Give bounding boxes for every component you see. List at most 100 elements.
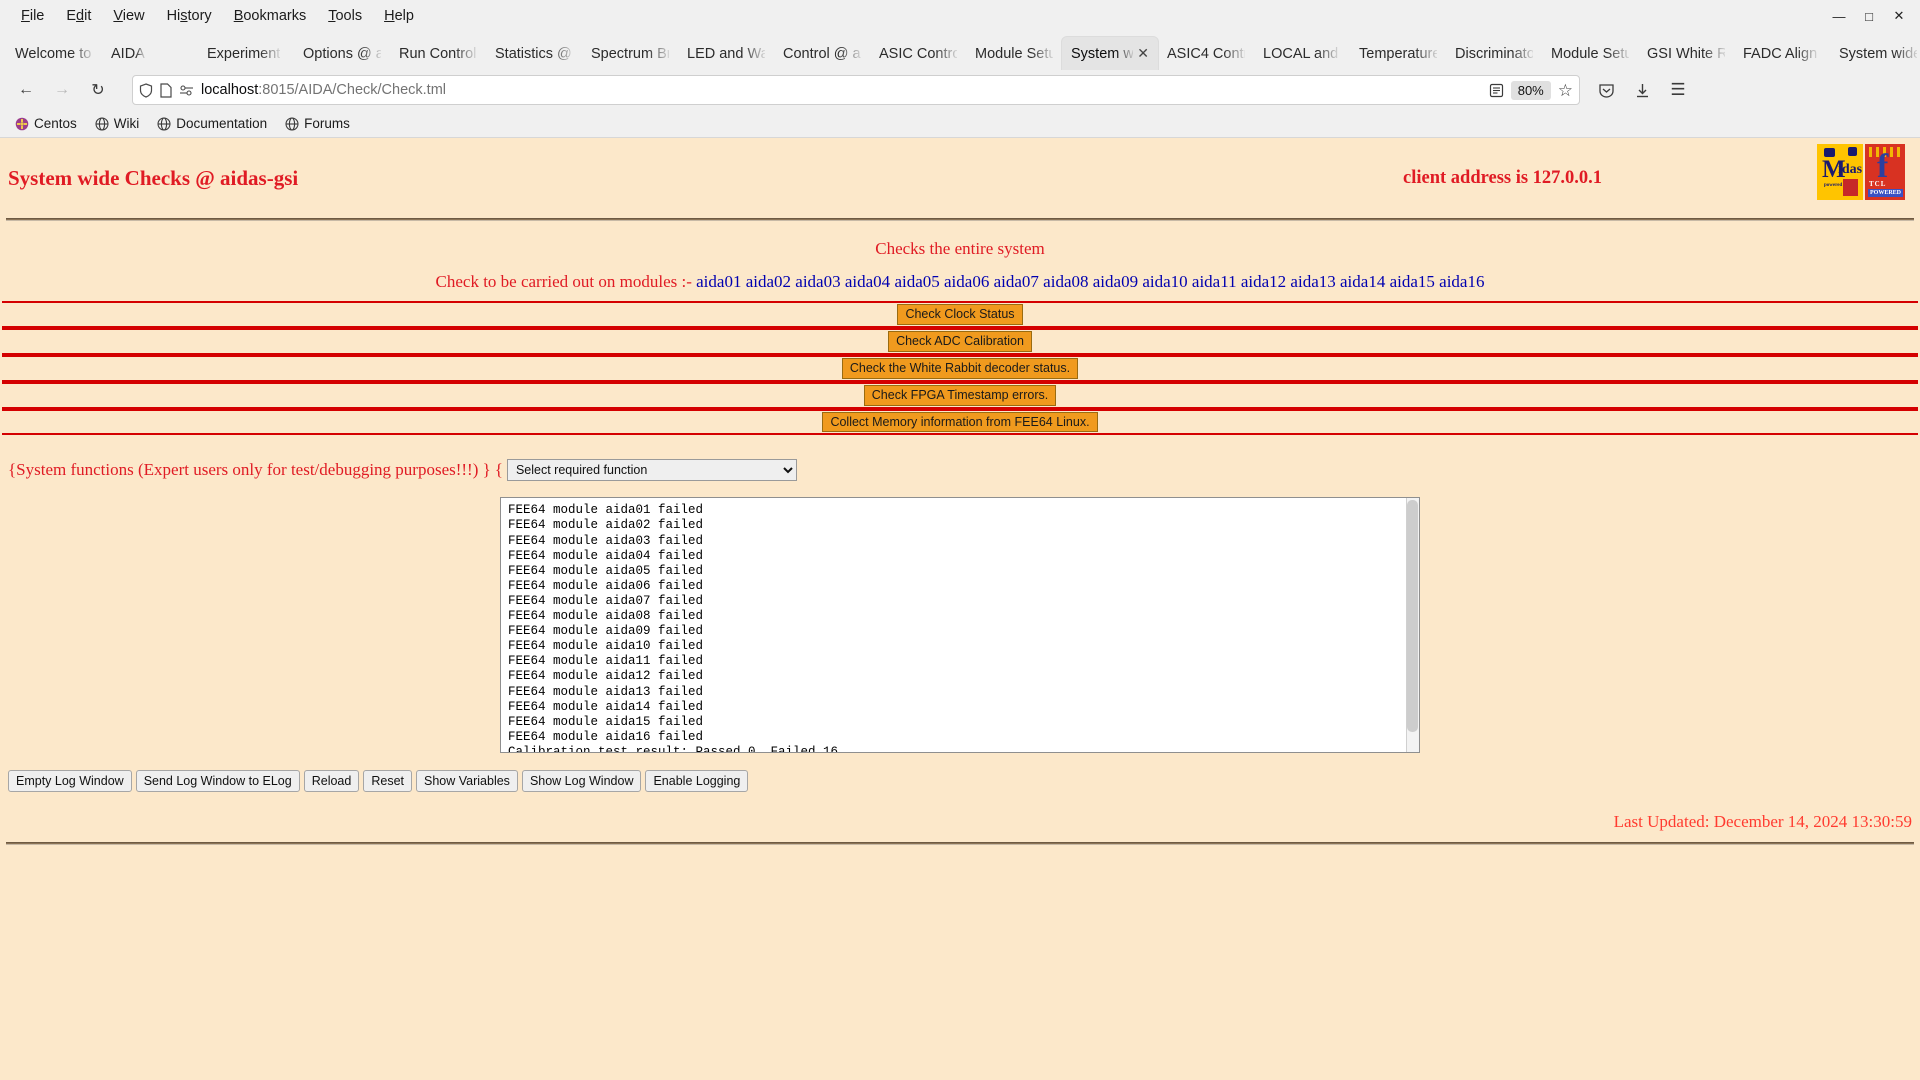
- app-menu-icon[interactable]: ☰: [1662, 74, 1694, 106]
- action-row: Check Clock Status: [2, 301, 1918, 328]
- tab-module-setup[interactable]: Module Setup: [1542, 37, 1638, 70]
- bookmark-forums[interactable]: Forums: [278, 113, 357, 134]
- tcl-logo-badge: POWERED: [1868, 189, 1904, 197]
- menu-bookmarks[interactable]: Bookmarks: [223, 4, 318, 28]
- module-aida02: aida02: [745, 272, 792, 291]
- tab-welcome-to-aida[interactable]: Welcome to AIDA: [6, 37, 102, 70]
- tab-label: Module Setup: [975, 45, 1053, 62]
- bookmark-star-icon[interactable]: ☆: [1558, 82, 1573, 99]
- tab-run-control[interactable]: Run Control: [390, 37, 486, 70]
- bookmark-label: Documentation: [176, 116, 268, 131]
- page-title: System wide Checks @ aidas-gsi: [8, 166, 299, 190]
- menu-history[interactable]: History: [156, 4, 223, 28]
- tab-led-and-walk[interactable]: LED and Walk: [678, 37, 774, 70]
- permissions-icon[interactable]: [179, 83, 194, 98]
- tab-system-wide[interactable]: System wide: [1830, 37, 1920, 70]
- globe-icon: [95, 116, 109, 131]
- last-updated: Last Updated: December 14, 2024 13:30:59: [1613, 812, 1912, 832]
- tab-experiment[interactable]: Experiment: [198, 37, 294, 70]
- tab-label: Run Control: [399, 45, 477, 62]
- client-address: client address is 127.0.0.1: [1403, 168, 1603, 188]
- tab-spectrum-broad[interactable]: Spectrum Broad: [582, 37, 678, 70]
- module-aida16: aida16: [1439, 272, 1485, 291]
- action-button-3[interactable]: Check the White Rabbit decoder status.: [841, 357, 1079, 379]
- action-button-2[interactable]: Check ADC Calibration: [888, 330, 1032, 352]
- shield-icon[interactable]: [139, 82, 153, 98]
- menu-tools[interactable]: Tools: [317, 4, 373, 28]
- footer-button-enable-logging[interactable]: Enable Logging: [645, 770, 749, 793]
- zoom-level-indicator[interactable]: 80%: [1510, 80, 1551, 100]
- action-button-4[interactable]: Check FPGA Timestamp errors.: [863, 384, 1057, 406]
- close-icon[interactable]: ✕: [1884, 1, 1914, 31]
- footer-button-empty-log-window[interactable]: Empty Log Window: [8, 770, 132, 793]
- tcl-logo: f TCL POWERED: [1865, 144, 1905, 200]
- minimize-icon[interactable]: —: [1824, 1, 1854, 31]
- footer-button-send-log-window-to-elog[interactable]: Send Log Window to ELog: [135, 770, 300, 793]
- tab-label: Spectrum Broad: [591, 45, 669, 62]
- tab-asic-control[interactable]: ASIC Control: [870, 37, 966, 70]
- reader-view-icon[interactable]: [1489, 83, 1504, 98]
- tab-label: System wide: [1839, 45, 1917, 62]
- action-row: Collect Memory information from FEE64 Li…: [2, 408, 1918, 436]
- action-button-5[interactable]: Collect Memory information from FEE64 Li…: [822, 411, 1098, 433]
- tcl-logo-mark: f: [1877, 148, 1889, 185]
- menu-edit[interactable]: Edit: [55, 4, 102, 28]
- tab-local-and[interactable]: LOCAL and: [1254, 37, 1350, 70]
- bookmark-wiki[interactable]: Wiki: [88, 113, 147, 134]
- tab-label: System wide Checks: [1071, 45, 1134, 62]
- maximize-icon[interactable]: □: [1854, 1, 1884, 31]
- forward-icon[interactable]: →: [46, 74, 78, 106]
- tab-module-setup[interactable]: Module Setup: [966, 37, 1062, 70]
- log-scrollbar-track[interactable]: [1406, 498, 1419, 753]
- url-path: :8015/AIDA/Check/Check.tml: [258, 82, 447, 98]
- menu-file[interactable]: File: [10, 4, 55, 28]
- module-aida04: aida04: [844, 272, 891, 291]
- tab-label: Module Setup: [1551, 45, 1629, 62]
- tab-temperature[interactable]: Temperature: [1350, 37, 1446, 70]
- tab-label: Experiment: [207, 45, 281, 62]
- url-text[interactable]: localhost:8015/AIDA/Check/Check.tml: [201, 82, 1482, 98]
- tab-label: Discriminator: [1455, 45, 1533, 62]
- footer-button-reload[interactable]: Reload: [303, 770, 360, 793]
- bookmark-documentation[interactable]: Documentation: [150, 113, 274, 134]
- reload-icon[interactable]: ↻: [82, 74, 114, 106]
- browser-window: File Edit View History Bookmarks Tools H…: [0, 0, 1920, 1080]
- log-scrollbar-thumb[interactable]: [1407, 500, 1418, 733]
- tab-fadc-align[interactable]: FADC Align: [1734, 37, 1830, 70]
- bookmark-label: Forums: [304, 116, 350, 131]
- tab-asic4-control[interactable]: ASIC4 Control: [1158, 37, 1254, 70]
- tab-aida[interactable]: AIDA: [102, 37, 198, 70]
- tab-label: Options @ aidas: [303, 45, 381, 62]
- tab-discriminator[interactable]: Discriminator: [1446, 37, 1542, 70]
- tab-statistics-aidas[interactable]: Statistics @ aidas: [486, 37, 582, 70]
- module-aida06: aida06: [944, 272, 990, 291]
- tab-control-aidas[interactable]: Control @ aidas: [774, 37, 870, 70]
- footer-button-reset[interactable]: Reset: [363, 770, 412, 793]
- tab-label: Control @ aidas: [783, 45, 861, 62]
- midas-logo: M idas powered by: [1817, 144, 1863, 200]
- url-bar[interactable]: localhost:8015/AIDA/Check/Check.tml 80% …: [132, 75, 1580, 105]
- module-aida08: aida08: [1043, 272, 1089, 291]
- tab-system-wide-checks[interactable]: System wide Checks✕: [1062, 37, 1158, 70]
- tab-close-icon[interactable]: ✕: [1137, 45, 1149, 62]
- footer-button-show-log-window[interactable]: Show Log Window: [521, 770, 642, 793]
- log-window[interactable]: FEE64 module aida01 failed FEE64 module …: [500, 497, 1420, 754]
- action-button-1[interactable]: Check Clock Status: [897, 304, 1023, 325]
- footer-button-show-variables[interactable]: Show Variables: [416, 770, 518, 793]
- bookmark-centos[interactable]: Centos: [8, 113, 84, 134]
- globe-icon: [285, 116, 299, 131]
- menu-help[interactable]: Help: [373, 4, 425, 28]
- system-function-select[interactable]: Select required function: [506, 459, 797, 482]
- tab-gsi-white-rabbit[interactable]: GSI White Rabbit: [1638, 37, 1734, 70]
- downloads-icon[interactable]: [1626, 74, 1658, 106]
- module-aida07: aida07: [993, 272, 1039, 291]
- tab-label: Statistics @ aidas: [495, 45, 573, 62]
- tab-label: AIDA: [111, 45, 145, 62]
- system-functions-brace: {: [494, 460, 503, 480]
- module-aida13: aida13: [1290, 272, 1336, 291]
- pocket-icon[interactable]: [1590, 74, 1622, 106]
- tab-options-aidas[interactable]: Options @ aidas: [294, 37, 390, 70]
- back-icon[interactable]: ←: [10, 74, 42, 106]
- modules-list: aida01 aida02 aida03 aida04 aida05 aida0…: [696, 272, 1484, 291]
- menu-view[interactable]: View: [102, 4, 155, 28]
